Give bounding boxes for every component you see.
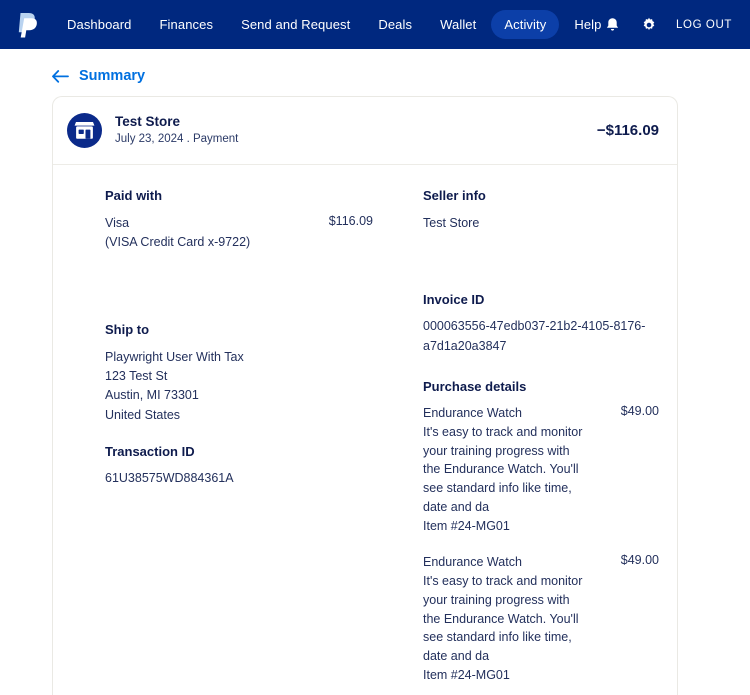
transaction-meta: July 23, 2024 . Payment [115, 133, 239, 146]
purchase-item: Endurance Watch $49.00 It's easy to trac… [423, 404, 659, 535]
nav-item-finances[interactable]: Finances [147, 10, 227, 39]
purchase-item-name: Endurance Watch [423, 406, 522, 421]
ship-to-line: Austin, MI 73301 [105, 388, 199, 403]
purchase-item-sku: Item #24-MG01 [423, 518, 510, 533]
purchase-item-price: $49.00 [620, 553, 659, 568]
transaction-header: Test Store July 23, 2024 . Payment −$116… [53, 97, 677, 166]
seller-info-section: Seller info Test Store [423, 187, 659, 233]
paid-with-card-detail: (VISA Credit Card x-9722) [105, 235, 251, 250]
breadcrumb[interactable]: Summary [0, 49, 750, 96]
nav-item-send-and-request[interactable]: Send and Request [228, 10, 363, 39]
paid-with-amount: $116.09 [328, 213, 373, 228]
page-content: Summary Test Store July 23, 2024 . Payme… [0, 49, 750, 695]
transaction-id-section: Transaction ID 61U38575WD884361A [105, 443, 373, 489]
right-column: Seller info Test Store Invoice ID 000063… [373, 187, 659, 695]
purchase-details-title: Purchase details [423, 378, 527, 394]
purchase-item-description: It's easy to track and monitor your trai… [423, 574, 583, 664]
paid-with-row: Visa (VISA Credit Card x-9722) $116.09 [105, 214, 373, 253]
seller-info-name: Test Store [423, 215, 480, 230]
nav-item-dashboard[interactable]: Dashboard [54, 10, 145, 39]
seller-info-title: Seller info [423, 188, 486, 204]
ship-to-line: 123 Test St [105, 368, 168, 383]
ship-to-section: Ship to Playwright User With Tax 123 Tes… [105, 321, 373, 425]
merchant-name: Test Store [115, 114, 181, 129]
nav-item-deals[interactable]: Deals [365, 10, 425, 39]
purchase-item-name: Endurance Watch [423, 555, 522, 570]
paid-with-title: Paid with [105, 188, 163, 204]
breadcrumb-label[interactable]: Summary [79, 68, 145, 84]
paypal-logo-icon[interactable] [14, 10, 40, 40]
nav-links: Dashboard Finances Send and Request Deal… [54, 10, 614, 39]
logout-button[interactable]: LOG OUT [676, 19, 732, 31]
purchase-item: Endurance Watch $49.00 It's easy to trac… [423, 553, 659, 684]
purchase-item-price: $49.00 [620, 404, 659, 419]
paid-with-section: Paid with Visa (VISA Credit Card x-9722)… [105, 187, 373, 252]
purchase-item-sku: Item #24-MG01 [423, 667, 510, 682]
transaction-amount: −$116.09 [596, 122, 659, 140]
ship-to-title: Ship to [105, 322, 150, 338]
purchase-item-header: Endurance Watch $49.00 [423, 404, 659, 423]
settings-gear-icon[interactable] [640, 16, 657, 33]
nav-item-activity[interactable]: Activity [491, 10, 560, 39]
invoice-id-value: 000063556-47edb037-21b2-4105-8176-a7d1a2… [423, 319, 646, 353]
transaction-detail-card: Test Store July 23, 2024 . Payment −$116… [52, 96, 678, 695]
top-navigation-bar: Dashboard Finances Send and Request Deal… [0, 0, 750, 49]
ship-to-line: United States [105, 407, 181, 422]
nav-right-actions: LOG OUT [604, 16, 732, 33]
nav-item-wallet[interactable]: Wallet [427, 10, 489, 39]
paid-with-method-block: Visa (VISA Credit Card x-9722) [105, 214, 319, 253]
transaction-body: Paid with Visa (VISA Credit Card x-9722)… [53, 165, 677, 695]
invoice-id-section: Invoice ID 000063556-47edb037-21b2-4105-… [423, 291, 659, 356]
transaction-id-title: Transaction ID [105, 444, 195, 460]
transaction-id-value: 61U38575WD884361A [105, 471, 234, 486]
store-icon [67, 113, 102, 149]
invoice-id-title: Invoice ID [423, 292, 485, 308]
notification-bell-icon[interactable] [604, 16, 621, 33]
purchase-item-description: It's easy to track and monitor your trai… [423, 424, 583, 514]
transaction-header-info: Test Store July 23, 2024 . Payment [115, 113, 597, 148]
paid-with-method: Visa [105, 215, 130, 230]
purchase-item-header: Endurance Watch $49.00 [423, 553, 659, 572]
back-arrow-icon[interactable] [52, 69, 69, 83]
ship-to-line: Playwright User With Tax [105, 349, 244, 364]
left-column: Paid with Visa (VISA Credit Card x-9722)… [105, 187, 373, 695]
purchase-details-section: Purchase details Endurance Watch $49.00 … [423, 378, 659, 685]
